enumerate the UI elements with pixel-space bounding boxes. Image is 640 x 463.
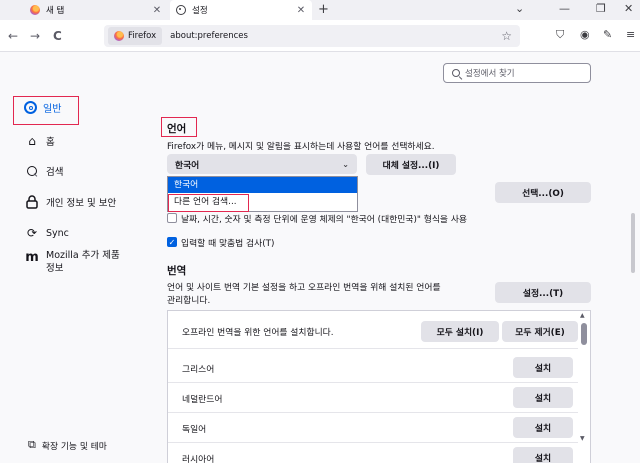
chevron-down-icon: ⌄ [342, 159, 349, 169]
install-button[interactable]: 설치 [513, 417, 573, 438]
search-icon [452, 69, 460, 77]
install-all-button[interactable]: 모두 설치(I) [421, 321, 499, 342]
back-icon[interactable]: ← [8, 29, 18, 43]
identity-box[interactable]: Firefox [108, 27, 163, 45]
sidebar-item-label: Sync [46, 227, 69, 239]
search-icon [24, 163, 40, 179]
url-bar[interactable]: Firefox about:preferences ☆ [104, 25, 520, 47]
tab-close-icon[interactable]: ✕ [152, 5, 162, 16]
sidebar-item-privacy[interactable]: 개인 정보 및 보안 [24, 194, 116, 210]
page-scrollbar-thumb[interactable] [631, 213, 635, 273]
settings-search-input[interactable]: 설정에서 찾기 [443, 63, 591, 83]
spellcheck-checkbox-label: 입력할 때 맞춤법 검사(T) [181, 239, 275, 249]
language-name: 독일어 [182, 425, 207, 435]
list-all-tabs-icon[interactable]: ⌄ [515, 2, 524, 15]
gear-icon [24, 101, 37, 114]
tab-new-tab[interactable]: 새 탭 ✕ [24, 0, 168, 20]
install-button[interactable]: 설치 [513, 447, 573, 463]
extensions-icon[interactable]: ✎ [603, 28, 612, 41]
tab-close-icon[interactable]: ✕ [296, 5, 306, 16]
menu-icon[interactable]: ≡ [626, 28, 635, 41]
language-select[interactable]: 한국어 ⌄ [167, 154, 357, 174]
list-header-title: 오프라인 번역을 위한 언어를 설치합니다. [182, 328, 334, 338]
spellcheck-checkbox[interactable]: ✓ [167, 237, 177, 247]
scrollbar-thumb[interactable] [581, 323, 587, 345]
sidebar-item-label: Mozilla 추가 제품 [46, 250, 120, 261]
restore-icon[interactable]: ❐ [596, 2, 606, 15]
url-text[interactable]: about:preferences [170, 31, 501, 41]
preferences-page: 설정에서 찾기 일반 ⌂ 홈 검색 개인 정보 및 보안 ⟳ Sync m Mo… [0, 53, 640, 463]
alternatives-button[interactable]: 대체 설정...(I) [366, 154, 456, 175]
highlight-box-search-more [168, 194, 249, 212]
language-select-value: 한국어 [175, 160, 200, 171]
list-header: 오프라인 번역을 위한 언어를 설치합니다. 모두 설치(I) 모두 제거(E) [168, 315, 578, 349]
forward-icon[interactable]: → [30, 29, 40, 43]
sidebar-item-label: 일반 [43, 104, 62, 115]
list-item: 네덜란드어 설치 [168, 383, 578, 413]
sidebar-item-home[interactable]: ⌂ 홈 [24, 133, 55, 149]
sidebar-item-label: 홈 [46, 137, 55, 148]
tab-title: 설정 [192, 6, 208, 16]
scroll-up-icon[interactable]: ▲ [580, 312, 585, 319]
sidebar-item-mozilla[interactable]: m Mozilla 추가 제품 정보 [24, 249, 120, 275]
translation-description: 언어 및 사이트 번역 기본 설정을 하고 오프라인 번역을 위해 설치된 언어… [167, 283, 441, 293]
firefox-logo-icon [114, 31, 124, 41]
minimize-icon[interactable]: — [559, 2, 570, 15]
bookmark-star-icon[interactable]: ☆ [501, 29, 512, 43]
new-tab-button[interactable]: + [318, 2, 329, 17]
home-icon: ⌂ [28, 134, 36, 148]
firefox-logo-icon [30, 5, 40, 15]
list-item: 독일어 설치 [168, 413, 578, 443]
sidebar-item-search[interactable]: 검색 [24, 163, 63, 179]
navigation-bar: ← → C Firefox about:preferences ☆ ⛉ ◉ ✎ … [0, 20, 640, 52]
list-scrollbar[interactable]: ▲ ▼ [580, 312, 588, 459]
list-item: 그리스어 설치 [168, 353, 578, 383]
translation-description-line2: 관리합니다. [167, 296, 211, 306]
language-heading: 언어 [167, 123, 187, 135]
install-button[interactable]: 설치 [513, 357, 573, 378]
sync-icon: ⟳ [26, 226, 38, 240]
locale-checkbox-label: 날짜, 시간, 숫자 및 측정 단위에 운영 체제의 "한국어 (대한민국)" … [181, 215, 468, 225]
search-placeholder: 설정에서 찾기 [465, 69, 515, 79]
sidebar-item-general[interactable]: 일반 [24, 100, 61, 115]
language-description: Firefox가 메뉴, 메시지 및 알림을 표시하는데 사용할 언어를 선택하… [167, 142, 435, 152]
gear-icon [176, 5, 186, 15]
pocket-icon[interactable]: ⛉ [556, 28, 564, 42]
lock-icon [24, 194, 40, 210]
language-name: 러시아어 [182, 455, 215, 463]
remove-all-button[interactable]: 모두 제거(E) [502, 321, 578, 342]
sidebar-item-addons[interactable]: ⧉ 확장 기능 및 테마 [28, 438, 107, 452]
choose-button[interactable]: 선택...(O) [495, 182, 591, 203]
translation-heading: 번역 [167, 265, 187, 277]
sidebar-item-label-line2: 정보 [46, 263, 64, 274]
page-scrollbar[interactable] [631, 63, 637, 273]
install-button[interactable]: 설치 [513, 387, 573, 408]
locale-checkbox[interactable] [167, 213, 177, 223]
reload-icon[interactable]: C [53, 29, 62, 43]
tab-title: 새 탭 [46, 6, 65, 16]
tab-settings[interactable]: 설정 ✕ [170, 0, 312, 20]
language-option[interactable]: 한국어 [168, 177, 357, 193]
sidebar-item-label: 개인 정보 및 보안 [46, 198, 117, 209]
list-item: 러시아어 설치 [168, 443, 578, 463]
sidebar-item-sync[interactable]: ⟳ Sync [24, 225, 69, 241]
sidebar-item-label: 확장 기능 및 테마 [41, 441, 107, 452]
mozilla-icon: m [25, 249, 39, 265]
language-name: 그리스어 [182, 365, 215, 375]
account-icon[interactable]: ◉ [580, 28, 590, 41]
sidebar-item-label: 검색 [46, 167, 64, 178]
language-name: 네덜란드어 [182, 395, 223, 405]
identity-label: Firefox [128, 31, 157, 41]
puzzle-icon: ⧉ [28, 438, 36, 451]
window-close-icon[interactable]: ✕ [624, 2, 633, 15]
translation-settings-button[interactable]: 설정...(T) [495, 282, 591, 303]
translation-language-list: 오프라인 번역을 위한 언어를 설치합니다. 모두 설치(I) 모두 제거(E)… [167, 310, 591, 463]
scroll-down-icon[interactable]: ▼ [580, 435, 585, 442]
tab-strip: 새 탭 ✕ 설정 ✕ + ⌄ — ❐ ✕ [0, 0, 640, 20]
tab-overflow-icon[interactable] [0, 3, 14, 17]
